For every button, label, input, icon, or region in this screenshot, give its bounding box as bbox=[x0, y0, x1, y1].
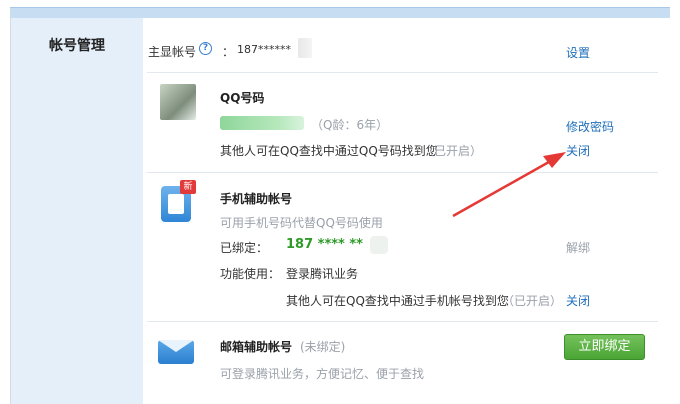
divider bbox=[147, 72, 658, 73]
phone-account-description: 可用手机号码代替QQ号码使用 bbox=[220, 216, 383, 230]
account-panel: 帐号管理 主显帐号 ? ： 187****** 设置 QQ号码 （Q龄：6年） … bbox=[10, 18, 670, 404]
main-account-row: 主显帐号 ? ： 187****** 设置 bbox=[148, 38, 658, 70]
mail-icon bbox=[158, 334, 196, 364]
phone-icon-screen bbox=[168, 194, 184, 214]
function-label: 功能使用： bbox=[220, 267, 281, 281]
phone-findable-text: 其他人可在QQ查找中通过手机帐号找到您 bbox=[286, 294, 509, 308]
qq-age: （Q龄：6年） bbox=[311, 118, 389, 132]
function-value: 登录腾讯业务 bbox=[286, 267, 359, 281]
sidebar: 帐号管理 bbox=[11, 18, 143, 404]
main-account-value: 187****** bbox=[237, 43, 291, 56]
qq-number-section: QQ号码 （Q龄：6年） 修改密码 其他人可在QQ查找中通过QQ号码找到您 （已… bbox=[148, 80, 663, 172]
masked-qq-number bbox=[220, 116, 304, 130]
phone-findable-status: （已开启） bbox=[502, 294, 563, 308]
email-account-title: 邮箱辅助帐号 bbox=[220, 340, 293, 354]
main-account-colon: ： bbox=[222, 45, 235, 59]
masked-blur bbox=[298, 38, 312, 58]
qq-findable-text: 其他人可在QQ查找中通过QQ号码找到您 bbox=[220, 144, 438, 158]
bound-phone-value: 187 **** ** bbox=[286, 237, 363, 252]
email-description: 可登录腾讯业务，方便记忆、便于查找 bbox=[220, 367, 425, 381]
divider bbox=[147, 321, 658, 322]
mail-icon-flap bbox=[158, 340, 194, 352]
new-badge: 新 bbox=[180, 180, 196, 194]
change-password-link[interactable]: 修改密码 bbox=[566, 118, 614, 135]
top-bar bbox=[0, 0, 680, 19]
qq-number-title: QQ号码 bbox=[220, 91, 265, 105]
content-area: 主显帐号 ? ： 187****** 设置 QQ号码 （Q龄：6年） 修改密码 … bbox=[143, 18, 670, 404]
settings-link[interactable]: 设置 bbox=[566, 44, 590, 61]
phone-account-section: 新 手机辅助帐号 可用手机号码代替QQ号码使用 已绑定： 187 **** **… bbox=[148, 176, 663, 321]
help-icon[interactable]: ? bbox=[199, 42, 212, 55]
phone-close-link[interactable]: 关闭 bbox=[566, 292, 590, 309]
avatar bbox=[160, 84, 196, 120]
unbind-link[interactable]: 解绑 bbox=[566, 239, 590, 256]
qq-close-link[interactable]: 关闭 bbox=[566, 142, 590, 159]
masked-blur bbox=[370, 236, 388, 254]
divider bbox=[147, 172, 658, 173]
bound-label: 已绑定： bbox=[220, 241, 269, 255]
phone-icon: 新 bbox=[158, 180, 196, 224]
main-account-label: 主显帐号 bbox=[148, 45, 197, 59]
qq-findable-status: （已开启） bbox=[422, 144, 483, 158]
bind-now-button[interactable]: 立即绑定 bbox=[564, 334, 645, 360]
sidebar-title: 帐号管理 bbox=[49, 38, 105, 54]
email-account-section: 邮箱辅助帐号 (未绑定) 可登录腾讯业务，方便记忆、便于查找 立即绑定 bbox=[148, 328, 663, 404]
phone-account-title: 手机辅助帐号 bbox=[220, 192, 293, 206]
email-bind-status: (未绑定) bbox=[300, 340, 346, 354]
